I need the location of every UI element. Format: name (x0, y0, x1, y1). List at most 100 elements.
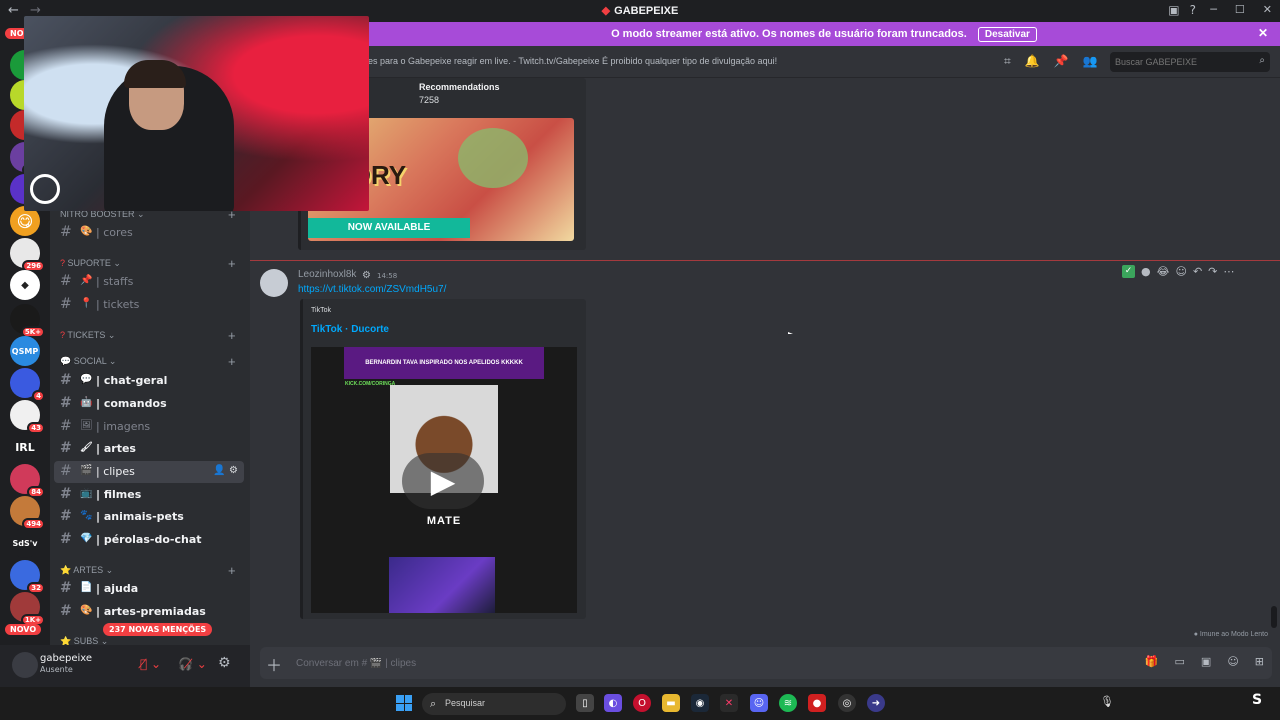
play-icon[interactable]: ▶ (402, 453, 484, 509)
task-view-icon[interactable]: ▯ (576, 694, 594, 712)
taskbar-search[interactable]: ⌕ Pesquisar (422, 693, 566, 715)
add-channel-icon[interactable]: + (228, 563, 236, 578)
os-taskbar: ⌕ Pesquisar ▯ ◐ O ▬ ◉ ✕ ☺ ≋ ● ◎ ➜ 🎙 S (0, 687, 1280, 720)
channel-header: es para o Gabepeixe reagir em live. - Tw… (250, 46, 1280, 78)
members-icon[interactable]: 👥 (1083, 54, 1098, 69)
server-icon[interactable]: 5K+ (10, 304, 45, 338)
forward-icon[interactable]: ↷ (1208, 265, 1217, 278)
folder-icon[interactable]: ▬ (662, 694, 680, 712)
add-channel-icon[interactable]: + (228, 354, 236, 369)
server-icon[interactable]: 43 (10, 400, 45, 434)
channel-tickets[interactable]: # 📍 | tickets (54, 294, 244, 316)
gif-icon[interactable]: ▭ (1175, 655, 1185, 668)
disable-streamer-mode-button[interactable]: Desativar (977, 27, 1037, 42)
channel-topic[interactable]: es para o Gabepeixe reagir em live. - Tw… (368, 56, 777, 66)
hash-icon: # (60, 418, 72, 434)
reaction-icon[interactable]: ● (1141, 265, 1151, 278)
scrollbar[interactable] (1271, 606, 1277, 628)
channel-perolas-do-chat[interactable]: # 💎 | pérolas-do-chat (54, 529, 244, 551)
channel-artes[interactable]: # 🖌 | artes (54, 438, 244, 460)
ring-logo-icon (30, 174, 60, 204)
add-channel-icon[interactable]: + (228, 256, 236, 271)
hash-icon: # (60, 440, 72, 456)
emoji-icon[interactable]: ☺ (1227, 655, 1238, 668)
help-icon[interactable]: ? (1190, 3, 1196, 17)
hash-icon: # (60, 486, 72, 502)
channel-imagens[interactable]: # 🖼 | imagens (54, 416, 244, 438)
star-icon: ⭐ (60, 565, 72, 575)
streamer-mode-message: O modo streamer está ativo. Os nomes de … (611, 28, 967, 40)
video-player[interactable]: BERNARDIN TAVA INSPIRADO NOS APELIDOS KK… (311, 347, 577, 613)
gear-icon[interactable]: ⚙ (218, 655, 231, 671)
spotify-icon[interactable]: ≋ (779, 694, 797, 712)
server-icon[interactable]: IRL (10, 432, 40, 462)
server-icon[interactable]: 1K+ (10, 592, 45, 626)
pin-icon[interactable]: 📌 (1054, 54, 1069, 69)
server-icon[interactable]: SdS'v (10, 528, 40, 558)
emoji-reaction-icon[interactable]: 😂 (1157, 265, 1170, 278)
new-mentions-pill[interactable]: 237 NOVAS MENÇÕES (103, 623, 213, 636)
obs-icon[interactable]: ◎ (838, 694, 856, 712)
channel-artes-premiadas[interactable]: # 🎨 | artes-premiadas (54, 601, 244, 623)
gift-icon[interactable]: 🎁 (1145, 655, 1159, 668)
check-reaction-icon[interactable]: ✓ (1122, 264, 1135, 278)
embed-title[interactable]: TikTok · Ducorte (311, 324, 389, 335)
search-icon: ⌕ (430, 697, 437, 710)
headset-deafened-icon[interactable]: 🎧̸ ⌄ (178, 657, 207, 671)
category-tickets[interactable]: ? TICKETS ⌄ + (60, 328, 236, 343)
inbox-icon[interactable]: ▣ (1168, 3, 1179, 17)
message-link[interactable]: https://vt.tiktok.com/ZSVmdH5u7/ (298, 284, 446, 295)
category-social[interactable]: 💬 SOCIAL ⌄ + (60, 354, 236, 369)
copilot-icon[interactable]: ◐ (604, 694, 622, 712)
channel-filmes[interactable]: # 📺 | filmes (54, 484, 244, 506)
channel-clipes[interactable]: # 🎬 | clipes 👤 ⚙ (54, 461, 244, 483)
threads-icon[interactable]: ⌗ (1004, 54, 1011, 69)
channel-comandos[interactable]: # 🤖 | comandos (54, 393, 244, 415)
search-input[interactable] (1110, 52, 1250, 72)
category-artes[interactable]: ⭐ ARTES ⌄ + (60, 563, 236, 578)
server-icon[interactable]: ◆ (10, 270, 40, 300)
more-icon[interactable]: ⋯ (1223, 265, 1234, 278)
server-icon[interactable]: 494 (10, 496, 45, 530)
maximize-button[interactable]: ☐ (1235, 3, 1245, 16)
x-app-icon[interactable]: ✕ (720, 694, 738, 712)
add-attachment-icon[interactable]: ＋ (266, 652, 282, 676)
channel-staffs[interactable]: # 📌 | staffs (54, 271, 244, 293)
add-reaction-icon[interactable]: ☺ (1175, 265, 1186, 278)
server-icon[interactable]: 84 (10, 464, 45, 498)
channel-animais-pets[interactable]: # 🐾 | animais-pets (54, 506, 244, 528)
mic-muted-icon[interactable]: 🎙̸ ⌄ (140, 657, 161, 671)
opera-icon[interactable]: O (633, 694, 651, 712)
server-icon[interactable]: 4 (10, 368, 45, 402)
speech-icon: 💬 (60, 356, 72, 366)
apps-icon[interactable]: ⊞ (1255, 655, 1264, 668)
avatar[interactable] (12, 652, 38, 678)
discord-icon[interactable]: ☺ (750, 694, 768, 712)
message-author[interactable]: Leozinhoxl8k (298, 269, 356, 280)
category-subs[interactable]: ⭐ SUBS ⌄ (60, 636, 108, 645)
search-box[interactable]: ⌕ (1110, 52, 1270, 72)
server-icon[interactable]: 32 (10, 560, 45, 594)
reply-icon[interactable]: ↶ (1193, 265, 1202, 278)
minimize-button[interactable]: ─ (1210, 3, 1217, 16)
steam-icon[interactable]: ◉ (691, 694, 709, 712)
channel-cores[interactable]: # 🎨 | cores (54, 222, 244, 244)
gear-icon[interactable]: ⚙ (229, 465, 238, 476)
app-icon[interactable]: ➜ (867, 694, 885, 712)
record-app-icon[interactable]: ● (808, 694, 826, 712)
windows-start-icon[interactable] (396, 695, 412, 711)
server-icon[interactable]: QSMP (10, 336, 40, 366)
server-icon[interactable]: 296 (10, 238, 45, 272)
category-suporte[interactable]: ? SUPORTE ⌄ + (60, 256, 236, 271)
message-input[interactable] (296, 653, 1096, 673)
sticker-icon[interactable]: ▣ (1201, 655, 1211, 668)
invite-icon[interactable]: 👤 (213, 465, 225, 476)
close-icon[interactable]: ✕ (1258, 26, 1268, 40)
microphone-icon[interactable]: 🎙 (1100, 695, 1114, 708)
channel-ajuda[interactable]: # 📄 | ajuda (54, 578, 244, 600)
add-channel-icon[interactable]: + (228, 328, 236, 343)
avatar[interactable] (260, 269, 288, 297)
channel-chat-geral[interactable]: # 💬 | chat-geral (54, 370, 244, 392)
close-window-button[interactable]: ✕ (1263, 3, 1272, 16)
bell-icon[interactable]: 🔔 (1025, 54, 1040, 69)
